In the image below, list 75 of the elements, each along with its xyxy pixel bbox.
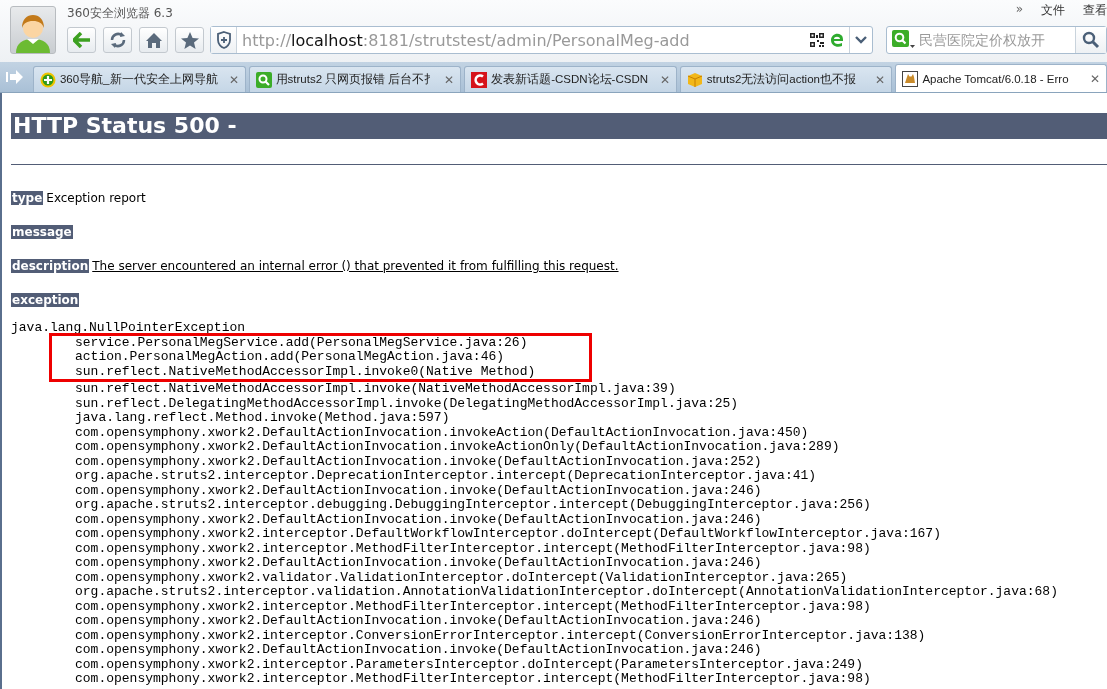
close-tab-button[interactable]: ✕ [444,72,455,87]
refresh-button[interactable] [103,27,132,53]
menu-item[interactable]: » [1015,2,1023,19]
field-label: message [11,225,73,239]
stack-trace-line: com.opensymphony.xwork2.DefaultActionInvocation.invoke(DefaultActionInvocation.java:246) [74,483,763,498]
close-tab-button[interactable]: ✕ [1090,71,1100,86]
tab-title: struts2无法访问action也不报 [706,72,857,87]
stack-trace-line: sun.reflect.NativeMethodAccessorImpl.invoke(NativeMethodAccessorImpl.java:39) [74,382,677,397]
dropdown-icon[interactable] [855,36,867,44]
stack-trace-line: com.opensymphony.xwork2.interceptor.DefaultWorkflowInterceptor.doIntercept(DefaultWorkflowInterceptor.java:167) [74,527,942,542]
close-tab-button[interactable]: ✕ [659,72,670,87]
back-icon [72,32,91,48]
browser-tab[interactable]: 360导航_新一代安全上网导航 ✕ [32,66,246,92]
tab-title: 360导航_新一代安全上网导航 [59,72,219,87]
browser-tab[interactable]: 用struts2 只网页报错 后台不扌 ✕ [248,66,462,92]
stack-trace-line: sun.reflect.NativeMethodAccessorImpl.invoke0(Native Method) [75,364,537,379]
menu-item[interactable]: 文件 [1041,2,1065,19]
field-label: description [11,259,90,273]
stack-trace-line: action.PersonalMegAction.add(PersonalMegAction.java:46) [75,350,506,365]
avatar[interactable] [10,6,56,54]
stack-trace-line: com.opensymphony.xwork2.DefaultActionInvocation.invokeAction(DefaultActionInvocation.java:450) [74,425,810,440]
stack-trace-line: com.opensymphony.xwork2.interceptor.ParametersInterceptor.doIntercept(ParametersInterceptor.java:249) [74,657,864,672]
stack-trace-line: com.opensymphony.xwork2.DefaultActionInvocation.invokeActionOnly(DefaultActionInvocation.java:289) [74,440,841,455]
stack-trace-line: com.opensymphony.xwork2.DefaultActionInvocation.invoke(DefaultActionInvocation.java:246) [74,556,763,571]
refresh-icon [108,31,127,49]
stack-trace-line: com.opensymphony.xwork2.interceptor.MethodFilterInterceptor.intercept(MethodFilterInterceptor.java:98) [74,599,872,614]
page-heading: HTTP Status 500 - [11,113,1107,139]
menu-item[interactable]: 查看 [1083,2,1107,19]
field-label: exception [11,293,80,307]
stack-trace-line: com.opensymphony.xwork2.DefaultActionInvocation.invoke(DefaultActionInvocation.java:246) [74,614,763,629]
stack-trace-line: sun.reflect.DelegatingMethodAccessorImpl.invoke(DelegatingMethodAccessorImpl.java:25) [74,396,740,411]
stack-trace-line: org.apache.struts2.interceptor.DeprecationInterceptor.intercept(DeprecationInterceptor.java:41) [74,469,818,484]
stack-trace-line: com.opensymphony.xwork2.interceptor.MethodFilterInterceptor.intercept(MethodFilterInterceptor.java:98) [74,541,872,556]
tab-title: Apache Tomcat/6.0.18 - Erro [922,72,1070,85]
stack-trace-line: com.opensymphony.xwork2.interceptor.MethodFilterInterceptor.intercept(MethodFilterInterceptor.java:98) [74,672,872,687]
search-icon [255,71,272,88]
back-button[interactable] [67,27,96,53]
field-value: Exception report [46,191,146,205]
qr-code-icon[interactable] [810,33,824,47]
close-tab-button[interactable]: ✕ [228,72,239,87]
url-text: http://localhost:8181/strutstest/admin/PersonalMeg-add [241,30,691,50]
stack-trace-line: com.opensymphony.xwork2.DefaultActionInvocation.invoke(DefaultActionInvocation.java:252) [74,454,763,469]
stack-trace-line: service.PersonalMegService.add(PersonalMegService.java:26) [75,335,529,350]
stack-trace-line: org.apache.struts2.interceptor.validation.AnnotationValidationInterceptor.doIntercept(AnnotationValidationInterceptor.java:68) [74,585,1059,600]
stack-trace-line: com.opensymphony.xwork2.interceptor.ConversionErrorInterceptor.intercept(ConversionErrorInterceptor.java:138) [74,628,927,643]
search-field[interactable]: 民营医院定价权放开 [886,26,1107,54]
search-icon[interactable] [1082,31,1100,49]
e-logo-icon[interactable] [829,32,845,48]
tab-title: 用struts2 只网页报错 后台不扌 [275,72,438,87]
user-icon [14,13,52,53]
box-icon [686,71,703,88]
stack-trace-line: org.apache.struts2.interceptor.debugging.DebuggingInterceptor.intercept(DebuggingInterceptor.java:256) [74,498,872,513]
browser-tab[interactable]: 发表新话题-CSDN论坛-CSDN ✕ [464,66,677,92]
stack-trace-line: java.lang.reflect.Method.invoke(Method.java:597) [74,411,451,426]
c-logo-icon [471,71,488,88]
address-bar[interactable]: http://localhost:8181/strutstest/admin/PersonalMeg-add [210,26,873,54]
plus-icon [39,71,56,88]
exception-name: java.lang.NullPointerException [11,321,247,336]
close-tab-button[interactable]: ✕ [875,72,886,87]
home-button[interactable] [139,27,168,53]
home-icon [144,31,163,49]
shield-icon [215,31,232,49]
sidebar-toggle-icon[interactable] [4,69,25,85]
field-label: type [11,191,44,205]
browser-tab[interactable]: struts2无法访问action也不报 ✕ [679,66,893,92]
search-engine-icon [892,30,916,50]
stack-trace-line: com.opensymphony.xwork2.DefaultActionInvocation.invoke(DefaultActionInvocation.java:246) [74,512,763,527]
tab-title: 发表新话题-CSDN论坛-CSDN [491,72,649,87]
stack-trace-line: com.opensymphony.xwork2.validator.ValidationInterceptor.doIntercept(ValidationInterceptor.java:265) [74,570,849,585]
window-title: 360安全浏览器 6.3 [67,5,173,22]
star-icon [180,31,199,49]
favorites-button[interactable] [175,27,204,53]
stack-trace-line: com.opensymphony.xwork2.DefaultActionInvocation.invoke(DefaultActionInvocation.java:246) [74,643,763,658]
browser-tab[interactable]: Apache Tomcat/6.0.18 - Erro ✕ [895,64,1107,92]
field-value: The server encountered an internal error () that prevented it from fulfilling this request. [92,259,619,273]
